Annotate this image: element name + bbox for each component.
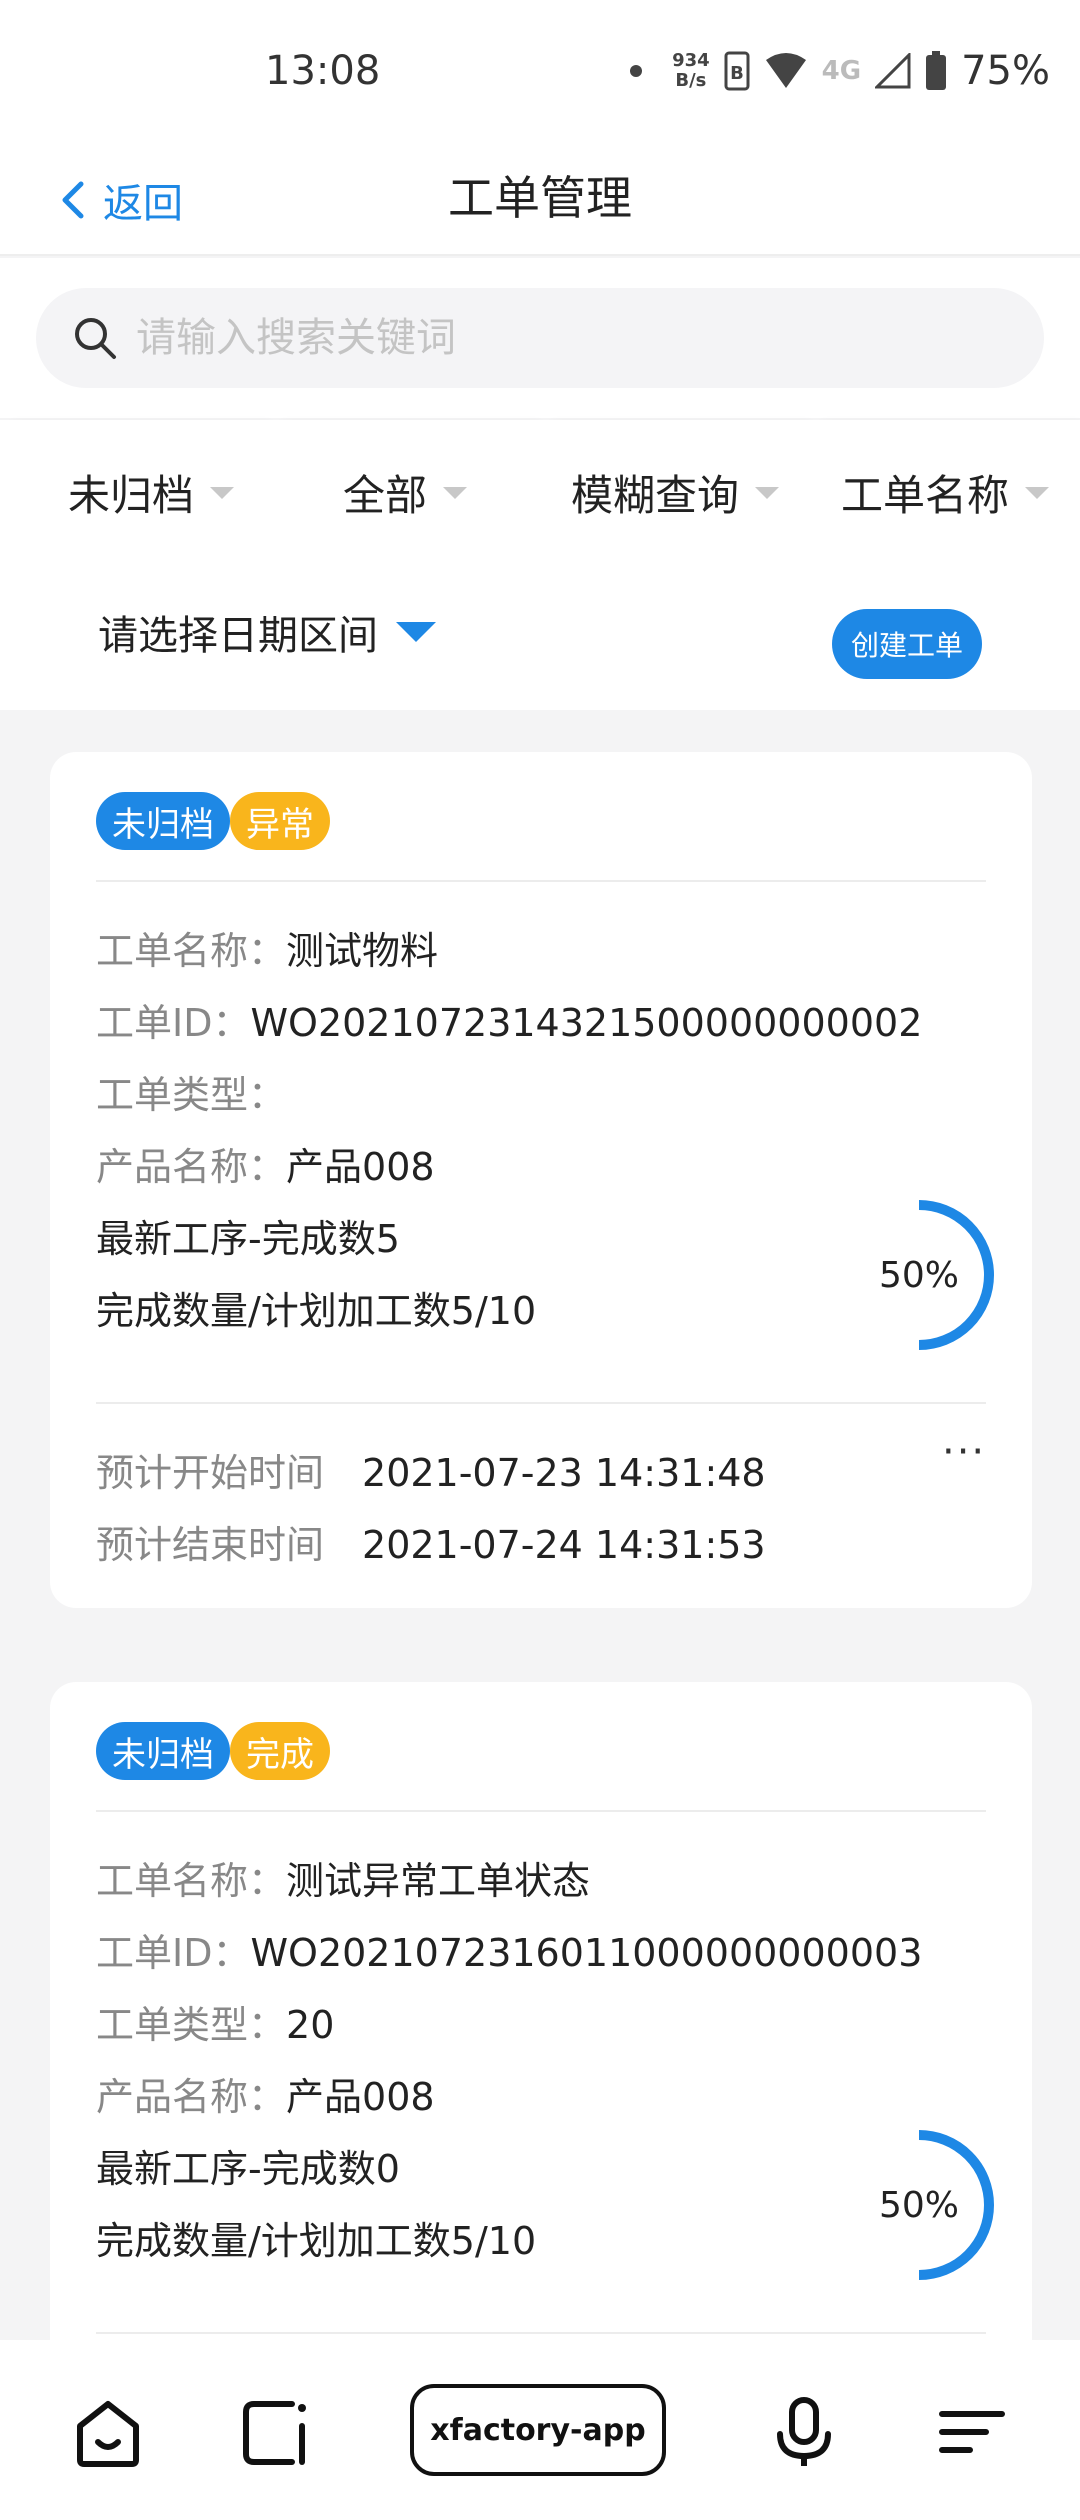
notification-dot-icon <box>630 65 643 77</box>
caret-down-icon <box>210 486 235 499</box>
battery-icon <box>926 51 947 90</box>
search-area <box>0 258 1080 418</box>
home-icon[interactable] <box>68 2392 148 2472</box>
card-tags: 未归档 完成 <box>96 1722 330 1780</box>
page-title: 工单管理 <box>448 171 632 225</box>
caret-down-icon <box>1025 486 1049 499</box>
archive-status-badge: 未归档 <box>96 792 230 850</box>
product-name: 产品名称：产品008 <box>96 1145 435 1189</box>
app-switcher-pill[interactable]: xfactory-app <box>410 2384 666 2476</box>
order-name: 工单名称：测试异常工单状态 <box>96 1859 591 1903</box>
latest-step: 最新工序-完成数0 <box>96 2147 400 2191</box>
progress-line: 完成数量/计划加工数5/10 <box>96 1289 537 1333</box>
status-icons: 934 B/s B 4G 75% <box>630 48 1050 94</box>
dropdown-triangle-icon <box>396 622 436 642</box>
filter-archive-status[interactable]: 未归档 <box>0 420 270 565</box>
product-name: 产品名称：产品008 <box>96 2075 435 2119</box>
archive-status-badge: 未归档 <box>96 1722 230 1780</box>
date-range-picker[interactable]: 请选择日期区间 <box>98 603 436 661</box>
divider <box>96 2332 986 2334</box>
signal-icon <box>875 53 911 89</box>
battery-percent: 75% <box>961 48 1050 94</box>
create-order-button[interactable]: 创建工单 <box>832 609 982 679</box>
card-tags: 未归档 异常 <box>96 792 330 850</box>
progress-line: 完成数量/计划加工数5/10 <box>96 2219 537 2263</box>
progress-percent: 50% <box>878 1254 959 1296</box>
order-card[interactable]: 未归档 异常 工单名称：测试物料 工单ID：WO2021072314321500… <box>50 752 1032 1608</box>
order-type: 工单类型： <box>96 1073 287 1117</box>
latest-step: 最新工序-完成数5 <box>96 1217 400 1261</box>
status-time: 13:08 <box>265 48 381 94</box>
caret-down-icon <box>443 486 467 499</box>
filter-search-field[interactable]: 工单名称 <box>810 420 1080 565</box>
filter-order-status[interactable]: 全部 <box>270 420 540 565</box>
order-card[interactable]: 未归档 完成 工单名称：测试异常工单状态 工单ID：WO202107231601… <box>50 1682 1032 2382</box>
progress-percent: 50% <box>878 2184 959 2226</box>
sim-card-icon: B <box>724 51 750 91</box>
search-input[interactable] <box>136 315 986 361</box>
wifi-icon <box>765 53 806 88</box>
bottom-nav: xfactory-app <box>0 2340 1080 2520</box>
status-bar: 13:08 934 B/s B 4G 75% <box>0 0 1080 150</box>
network-type: 4G <box>821 56 862 86</box>
filter-bar: 未归档 全部 模糊查询 工单名称 <box>0 420 1080 565</box>
filter-query-mode[interactable]: 模糊查询 <box>540 420 810 565</box>
planned-start: 预计开始时间 2021-07-23 14:31:48 <box>96 1451 766 1495</box>
order-id: 工单ID：WO2021072314321500000000002 <box>96 1001 923 1045</box>
order-type: 工单类型：20 <box>96 2003 335 2047</box>
nav-bar: 返回 工单管理 <box>0 150 1080 256</box>
recent-apps-icon[interactable] <box>236 2392 316 2472</box>
date-row: 请选择日期区间 创建工单 <box>0 565 1080 710</box>
menu-icon[interactable] <box>932 2392 1012 2472</box>
svg-text:B: B <box>730 63 744 84</box>
progress-ring: 50% <box>844 2130 994 2280</box>
search-box[interactable] <box>36 288 1044 388</box>
more-options-button[interactable]: ··· <box>942 1432 986 1472</box>
caret-down-icon <box>755 486 779 499</box>
divider <box>96 1402 986 1404</box>
order-status-badge: 异常 <box>230 792 330 850</box>
order-id: 工单ID：WO2021072316011000000000003 <box>96 1931 923 1975</box>
order-name: 工单名称：测试物料 <box>96 929 439 973</box>
progress-ring: 50% <box>844 1200 994 1350</box>
search-icon <box>75 318 116 359</box>
order-status-badge: 完成 <box>230 1722 330 1780</box>
planned-end: 预计结束时间 2021-07-24 14:31:53 <box>96 1523 766 1567</box>
divider <box>96 1810 986 1812</box>
divider <box>96 880 986 882</box>
microphone-icon[interactable] <box>764 2392 844 2472</box>
net-speed: 934 B/s <box>672 50 710 91</box>
